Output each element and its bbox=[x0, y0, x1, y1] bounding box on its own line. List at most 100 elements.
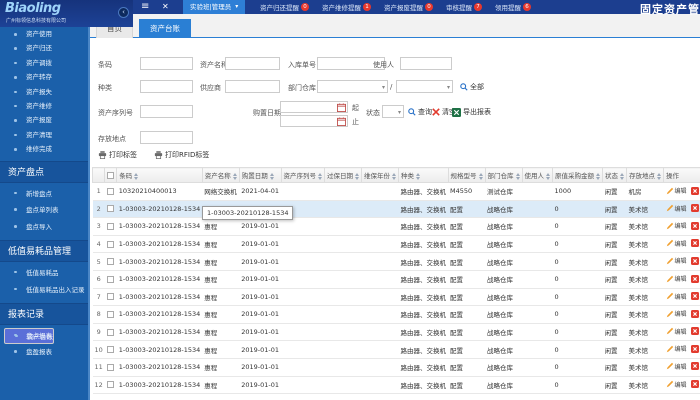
row-checkbox[interactable] bbox=[106, 258, 114, 266]
edit-button[interactable]: 编辑 bbox=[666, 256, 687, 265]
alert-tab[interactable]: 审核提醒 7 bbox=[446, 2, 482, 12]
delete-button[interactable]: 删除 bbox=[690, 256, 700, 265]
sidebar-item[interactable]: 新增盘点 bbox=[0, 186, 90, 203]
sidebar-item[interactable]: 资产维修 bbox=[0, 99, 90, 113]
delete-button[interactable]: 删除 bbox=[690, 362, 700, 371]
row-checkbox[interactable] bbox=[106, 363, 114, 371]
sidebar-item[interactable]: 资产转存 bbox=[0, 70, 90, 84]
row-checkbox[interactable] bbox=[106, 275, 114, 283]
sidebar-item[interactable]: 资产归还 bbox=[0, 41, 90, 55]
delete-button[interactable]: 删除 bbox=[690, 204, 700, 213]
edit-button[interactable]: 编辑 bbox=[666, 362, 687, 371]
cell: 配置 bbox=[448, 252, 486, 271]
column-header[interactable]: 状态 bbox=[602, 167, 628, 183]
location-input[interactable] bbox=[140, 131, 193, 144]
asset-name-input[interactable] bbox=[225, 57, 280, 70]
cell: 0 bbox=[552, 288, 603, 307]
print-rfid-button[interactable]: 打印RFID标签 bbox=[154, 150, 209, 160]
category-input[interactable] bbox=[140, 80, 193, 93]
status-select[interactable]: ▾ bbox=[382, 105, 404, 118]
column-header[interactable]: 规格型号 bbox=[447, 167, 486, 183]
edit-button[interactable]: 编辑 bbox=[666, 292, 687, 301]
sidebar-item[interactable]: 盘点单列表 bbox=[0, 202, 90, 219]
column-header[interactable]: 购置日期 bbox=[238, 167, 282, 183]
alert-tab[interactable]: 资产归还提醒 0 bbox=[260, 2, 309, 12]
row-checkbox[interactable] bbox=[106, 328, 114, 336]
serial-input[interactable] bbox=[140, 105, 193, 118]
alert-tab[interactable]: 领用提醒 6 bbox=[495, 2, 531, 12]
edit-button[interactable]: 编辑 bbox=[666, 274, 687, 283]
collapse-sidebar-icon[interactable]: ‹ bbox=[118, 7, 129, 18]
sidebar-item[interactable]: 资产报废 bbox=[0, 113, 90, 127]
date-from-input[interactable] bbox=[280, 101, 348, 113]
delete-button[interactable]: 删除 bbox=[690, 274, 700, 283]
pencil-icon bbox=[666, 380, 674, 388]
dept-select[interactable]: ▾ bbox=[317, 80, 388, 93]
search-button[interactable]: 查询 bbox=[408, 107, 432, 117]
sidebar-item[interactable]: 资产报失 bbox=[0, 85, 90, 99]
alert-tab[interactable]: 资产报废提醒 0 bbox=[384, 2, 433, 12]
column-header[interactable]: 维保年份 bbox=[361, 167, 400, 183]
row-checkbox[interactable] bbox=[106, 293, 114, 301]
delete-button[interactable]: 删除 bbox=[690, 239, 700, 248]
row-checkbox[interactable] bbox=[106, 240, 114, 248]
delete-button[interactable]: 删除 bbox=[690, 186, 700, 195]
sidebar-scrollbar[interactable] bbox=[88, 27, 90, 400]
sidebar-item[interactable]: 盘盈报表 bbox=[0, 344, 90, 361]
column-header-label: 过保日期 bbox=[327, 172, 354, 180]
edit-button[interactable]: 编辑 bbox=[666, 380, 687, 389]
sidebar-item[interactable]: 资产清理 bbox=[0, 128, 90, 142]
column-header[interactable]: 种类 bbox=[398, 167, 449, 183]
date-to-input[interactable] bbox=[280, 115, 348, 127]
column-header[interactable]: 部门仓库 bbox=[484, 167, 523, 183]
sidebar-item[interactable]: 低值易耗品出入记录 bbox=[0, 282, 90, 299]
cell: 惠程 bbox=[202, 340, 240, 359]
column-header[interactable]: 条码 bbox=[116, 167, 203, 183]
edit-button[interactable]: 编辑 bbox=[666, 327, 687, 336]
cell: 2019-01-01 bbox=[239, 323, 282, 342]
column-header[interactable]: 使用人 bbox=[521, 167, 554, 183]
all-button[interactable]: 全部 bbox=[460, 82, 484, 92]
edit-button[interactable]: 编辑 bbox=[666, 204, 687, 213]
row-checkbox[interactable] bbox=[106, 310, 114, 318]
row-checkbox[interactable] bbox=[106, 205, 114, 213]
export-report-button[interactable]: 导出报表 bbox=[452, 107, 491, 117]
edit-button[interactable]: 编辑 bbox=[666, 239, 687, 248]
edit-button[interactable]: 编辑 bbox=[666, 186, 687, 195]
sidebar-item[interactable]: 盘点导入 bbox=[0, 219, 90, 236]
barcode-input[interactable] bbox=[140, 57, 193, 70]
column-header[interactable]: 原值采购金额 bbox=[552, 167, 604, 183]
row-checkbox[interactable] bbox=[106, 222, 114, 230]
user-menu[interactable]: 实验班|管理员 ▾ bbox=[183, 0, 246, 14]
print-label-button[interactable]: 打印标签 bbox=[98, 150, 137, 160]
row-checkbox[interactable] bbox=[106, 187, 114, 195]
edit-button[interactable]: 编辑 bbox=[666, 344, 687, 353]
close-icon[interactable]: ✕ bbox=[162, 0, 169, 14]
warehouse-select[interactable]: ▾ bbox=[396, 80, 453, 93]
user-input[interactable] bbox=[400, 57, 452, 70]
sidebar-item[interactable]: 低值易耗品 bbox=[0, 265, 90, 282]
delete-button[interactable]: 删除 bbox=[690, 292, 700, 301]
supplier-input[interactable] bbox=[225, 80, 280, 93]
sidebar-item[interactable]: 资产调拨 bbox=[0, 56, 90, 70]
column-header[interactable]: 过保日期 bbox=[324, 167, 363, 183]
sidebar-item[interactable]: 维修完成 bbox=[0, 142, 90, 156]
delete-button[interactable]: 删除 bbox=[690, 327, 700, 336]
column-header[interactable]: 存放地点 bbox=[626, 167, 665, 183]
sidebar-item[interactable]: 资产使用 bbox=[0, 27, 90, 41]
row-checkbox[interactable] bbox=[106, 381, 114, 389]
delete-button[interactable]: 删除 bbox=[690, 380, 700, 389]
delete-button[interactable]: 删除 bbox=[690, 309, 700, 318]
delete-button[interactable]: 删除 bbox=[690, 344, 700, 353]
sidebar-item[interactable]: 盘点报表 bbox=[0, 328, 90, 345]
row-checkbox[interactable] bbox=[106, 346, 114, 354]
delete-button[interactable]: 删除 bbox=[690, 221, 700, 230]
tab-资产台账[interactable]: 资产台账 bbox=[139, 19, 191, 38]
alert-tab[interactable]: 资产维修提醒 1 bbox=[322, 2, 371, 12]
column-header[interactable]: 资产名称 bbox=[201, 167, 240, 183]
select-all-checkbox[interactable] bbox=[107, 171, 115, 179]
edit-button[interactable]: 编辑 bbox=[666, 309, 687, 318]
column-header[interactable]: 资产序列号 bbox=[280, 167, 326, 183]
menu-icon[interactable]: ≡ bbox=[141, 0, 149, 14]
edit-button[interactable]: 编辑 bbox=[666, 221, 687, 230]
